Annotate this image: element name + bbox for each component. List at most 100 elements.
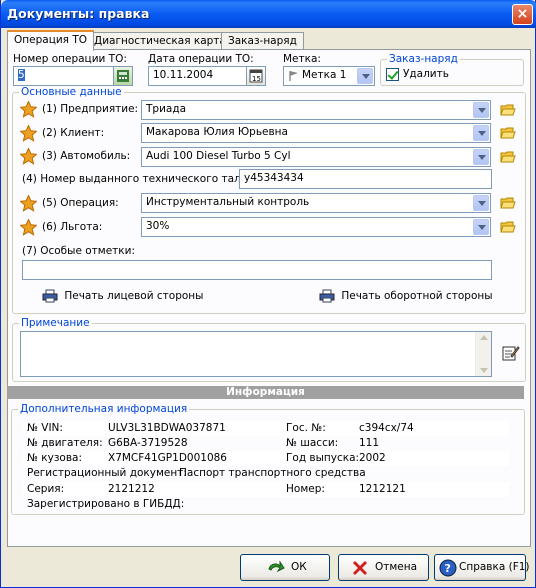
year-value: 2002	[359, 452, 386, 464]
company-label: (1) Предприятие:	[42, 103, 139, 115]
order-group-legend: Заказ-наряд	[387, 53, 460, 65]
edit-note-icon[interactable]	[502, 344, 520, 362]
coupon-value: у45343434	[244, 172, 304, 184]
op-date-label: Дата операции ТО:	[148, 53, 254, 65]
chevron-down-icon[interactable]	[473, 219, 489, 235]
star-icon	[20, 125, 37, 142]
basic-data-legend: Основные данные	[19, 86, 124, 98]
number-label: Номер:	[286, 483, 325, 495]
regdoc-value: Паспорт транспортного средства	[179, 467, 366, 479]
chassis-label: № шасси:	[286, 437, 339, 449]
car-label: (3) Автомобиль:	[42, 150, 131, 162]
additional-info-legend: Дополнительная информация	[18, 403, 190, 415]
chevron-down-icon[interactable]	[473, 102, 489, 118]
cancel-button[interactable]: Отмена	[338, 554, 429, 581]
year-label: Год выпуска:	[286, 452, 360, 464]
engine-value: G6BA-3719528	[108, 437, 188, 449]
gibdd-label: Зарегистрировано в ГИБДД:	[27, 498, 185, 510]
star-icon	[20, 101, 37, 118]
discount-value: 30%	[146, 220, 170, 232]
ok-button[interactable]: ОК	[240, 554, 330, 581]
remark-legend: Примечание	[19, 317, 92, 329]
folder-open-icon[interactable]	[500, 196, 516, 210]
body-label: № кузова:	[27, 452, 82, 464]
op-date-value: 10.11.2004	[153, 69, 214, 81]
folder-open-icon[interactable]	[500, 103, 516, 117]
mark-select[interactable]: Метка 1	[283, 66, 375, 86]
op-number-label: Номер операции ТО:	[13, 53, 127, 65]
coupon-label: (4) Номер выданного технического талона:	[22, 173, 265, 185]
series-value: 2121212	[108, 483, 155, 495]
delete-label: Удалить	[403, 68, 449, 80]
vin-value: ULV3L31BDWA037871	[108, 422, 226, 434]
operation-label: (5) Операция:	[42, 197, 119, 209]
printer-icon	[42, 289, 58, 303]
operation-select[interactable]: Инструментальный контроль	[141, 193, 491, 213]
help-button[interactable]: ? Справка (F1)	[434, 554, 530, 581]
print-front-button[interactable]: Печать лицевой стороны	[42, 289, 203, 303]
number-value: 1212121	[359, 483, 406, 495]
info-header: Информация	[7, 386, 524, 399]
chevron-down-icon[interactable]	[357, 68, 373, 84]
engine-label: № двигателя:	[27, 437, 103, 449]
notes-field[interactable]	[22, 260, 492, 280]
close-button[interactable]: ×	[512, 4, 533, 25]
discount-select[interactable]: 30%	[141, 217, 491, 237]
document-edit-window: Документы: правка × Операция ТО Диагност…	[0, 0, 536, 588]
coupon-field[interactable]: у45343434	[239, 169, 492, 189]
calculator-icon[interactable]	[113, 66, 133, 86]
title-bar: Документы: правка ×	[1, 0, 536, 28]
client-select[interactable]: Макарова Юлия Юрьевна	[141, 123, 491, 143]
client-label: (2) Клиент:	[42, 127, 105, 139]
window-title: Документы: правка	[7, 6, 150, 21]
cancel-label: Отмена	[375, 561, 418, 573]
company-value: Триада	[146, 103, 187, 115]
print-back-button[interactable]: Печать оборотной стороны	[319, 289, 493, 303]
star-icon	[20, 219, 37, 236]
op-number-field[interactable]: 5	[13, 66, 117, 86]
company-select[interactable]: Триада	[141, 100, 491, 120]
delete-checkbox[interactable]	[386, 68, 399, 81]
svg-text:15: 15	[252, 75, 261, 83]
scroll-up-icon[interactable]	[480, 335, 488, 340]
folder-open-icon[interactable]	[500, 126, 516, 140]
tab-diagnostic-card[interactable]: Диагностическая карта	[87, 32, 233, 50]
tab-work-order[interactable]: Заказ-наряд	[221, 32, 304, 50]
chevron-down-icon[interactable]	[473, 195, 489, 211]
info-row-bg	[23, 482, 509, 497]
notes-label: (7) Особые отметки:	[22, 245, 135, 257]
svg-text:?: ?	[445, 562, 451, 575]
operation-value: Инструментальный контроль	[146, 196, 310, 208]
info-row-bg	[23, 451, 509, 466]
car-value: Audi 100 Diesel Turbo 5 Cyl	[146, 150, 291, 162]
ok-arrow-icon	[268, 560, 285, 573]
mark-value: Метка 1	[302, 69, 347, 81]
folder-open-icon[interactable]	[500, 220, 516, 234]
tab-operation[interactable]: Операция ТО	[7, 30, 94, 51]
flag-icon	[288, 70, 300, 85]
body-value: X7MCF41GP1D001086	[108, 452, 227, 464]
chevron-down-icon[interactable]	[473, 125, 489, 141]
client-value: Макарова Юлия Юрьевна	[146, 126, 288, 138]
help-label: Справка (F1)	[459, 561, 530, 573]
chevron-down-icon[interactable]	[473, 149, 489, 165]
remark-textarea[interactable]	[20, 331, 492, 377]
op-number-value: 5	[18, 69, 25, 81]
remark-scrollbar[interactable]	[475, 332, 491, 376]
print-front-label: Печать лицевой стороны	[64, 290, 204, 302]
printer-icon	[319, 289, 335, 303]
regdoc-label: Регистрационный документ:	[27, 467, 187, 479]
print-back-label: Печать оборотной стороны	[341, 290, 493, 302]
vin-label: № VIN:	[27, 422, 63, 434]
car-select[interactable]: Audi 100 Diesel Turbo 5 Cyl	[141, 147, 491, 167]
calendar-icon[interactable]: 15	[246, 66, 266, 86]
plate-value: с394сх/74	[359, 422, 414, 434]
discount-label: (6) Льгота:	[42, 221, 103, 233]
scroll-down-icon[interactable]	[480, 368, 488, 373]
plate-label: Гос. №:	[286, 422, 326, 434]
series-label: Серия:	[27, 483, 65, 495]
ok-label: ОК	[291, 561, 307, 573]
help-icon: ?	[439, 559, 457, 577]
mark-label: Метка:	[283, 53, 321, 65]
folder-open-icon[interactable]	[500, 150, 516, 164]
